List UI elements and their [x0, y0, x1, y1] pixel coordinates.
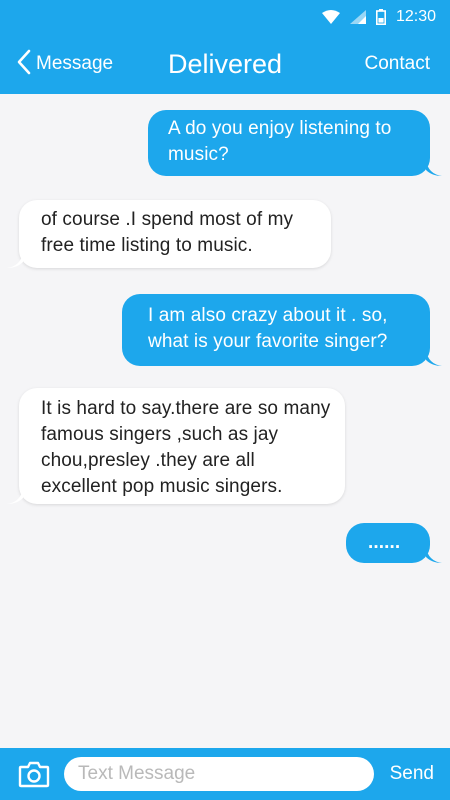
messaging-screen: 12:30 Message Delivered Contact A do you…	[0, 0, 450, 800]
bubble-tail	[7, 252, 23, 268]
bubble-tail	[426, 160, 442, 176]
back-label: Message	[36, 53, 114, 74]
nav-bar: Message Delivered Contact	[0, 34, 450, 94]
message-text: A do you enjoy listening to music?	[168, 118, 392, 165]
camera-button[interactable]	[18, 760, 50, 788]
compose-bar: Send	[0, 748, 450, 800]
message-bubble-outgoing: A do you enjoy listening to music?	[148, 110, 442, 176]
message-text: It is hard to say.there are so many famo…	[41, 398, 331, 497]
signal-icon	[349, 10, 366, 24]
message-text: I am also crazy about it . so, what is y…	[148, 305, 388, 352]
bubble-tail	[426, 547, 442, 563]
camera-icon	[18, 761, 50, 792]
wifi-icon	[321, 10, 340, 24]
bubble-tail	[426, 350, 442, 366]
message-bubble-outgoing: I am also crazy about it . so, what is y…	[122, 294, 442, 366]
message-text: ......	[368, 532, 401, 553]
message-input[interactable]	[64, 757, 374, 791]
bubble-tail	[7, 488, 23, 504]
chevron-left-icon	[16, 49, 32, 80]
status-time: 12:30	[395, 8, 436, 25]
message-list: A do you enjoy listening to music? of co…	[0, 94, 450, 748]
message-bubble-incoming: It is hard to say.there are so many famo…	[7, 388, 345, 504]
send-button[interactable]: Send	[390, 748, 434, 800]
message-text: of course .I spend most of my free time …	[41, 209, 294, 256]
battery-icon	[375, 9, 386, 25]
status-bar: 12:30	[0, 0, 450, 34]
message-bubble-outgoing: ......	[346, 523, 442, 563]
contact-button[interactable]: Contact	[365, 34, 430, 94]
back-button[interactable]: Message	[16, 46, 113, 82]
message-bubble-incoming: of course .I spend most of my free time …	[7, 200, 331, 268]
